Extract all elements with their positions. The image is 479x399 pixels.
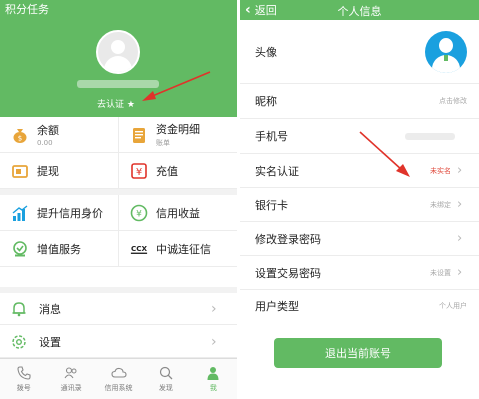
- tab-credit-system[interactable]: 信用系统: [95, 359, 142, 399]
- blurred-phone: [405, 132, 455, 140]
- bell-icon: [9, 299, 29, 319]
- list-item-settings[interactable]: 设置 ›: [0, 326, 237, 358]
- money-bag-icon: $: [11, 126, 29, 144]
- row-value: 个人用户: [439, 302, 467, 310]
- row-nickname[interactable]: 昵称 点击修改: [240, 84, 479, 119]
- grid-title: 中诚连征信: [156, 242, 211, 256]
- search-icon: [158, 365, 174, 381]
- yen-icon: ¥: [130, 162, 148, 180]
- withdraw-cell[interactable]: 提现: [0, 153, 118, 189]
- grid-sub: 账单: [156, 139, 170, 147]
- row-label: 修改登录密码: [255, 232, 321, 246]
- coin-icon: ¥: [130, 204, 148, 222]
- row-set-trade-password[interactable]: 设置交易密码 未设置 ›: [240, 256, 479, 290]
- row-value: 未绑定: [430, 200, 451, 209]
- page-title: 个人信息: [337, 5, 382, 18]
- chevron-right-icon: ›: [457, 197, 463, 212]
- avatar[interactable]: [425, 30, 467, 73]
- grid-title: 增值服务: [37, 242, 81, 256]
- header-title[interactable]: 积分任务: [5, 1, 49, 17]
- chevron-right-icon: ›: [457, 265, 463, 280]
- tab-me[interactable]: 我: [190, 359, 237, 399]
- ccx-credit-cell[interactable]: CCX 中诚连征信: [119, 231, 237, 267]
- annotation-arrow: [142, 71, 211, 101]
- row-change-login-password[interactable]: 修改登录密码 ›: [240, 222, 479, 256]
- tab-label: 信用系统: [104, 384, 133, 392]
- nav-bar: ‹ 返回 个人信息: [240, 0, 479, 20]
- list-label: 消息: [39, 302, 61, 316]
- go-verify-link[interactable]: 去认证 ★: [97, 97, 135, 110]
- divider: [118, 117, 119, 189]
- bar-chart-icon: [11, 204, 29, 222]
- svg-text:$: $: [18, 134, 22, 142]
- chevron-right-icon: ›: [457, 231, 463, 246]
- cloud-icon: [110, 365, 127, 381]
- row-label: 银行卡: [255, 198, 288, 212]
- tab-label: 发现: [158, 384, 173, 392]
- contacts-icon: [63, 365, 79, 381]
- row-label: 设置交易密码: [255, 266, 321, 280]
- row-avatar[interactable]: 头像: [240, 20, 479, 84]
- svg-text:¥: ¥: [136, 167, 142, 178]
- list-item-messages[interactable]: 消息 ›: [0, 293, 237, 325]
- tab-label: 拨号: [16, 384, 31, 392]
- svg-text:CCX: CCX: [131, 243, 148, 252]
- grid-title: 充值: [156, 164, 178, 178]
- list-label: 设置: [39, 335, 61, 349]
- chevron-right-icon: ›: [457, 163, 463, 178]
- credit-income-cell[interactable]: ¥ 信用收益: [119, 195, 237, 231]
- grid-title: 资金明细: [156, 123, 200, 136]
- chevron-right-icon: ›: [211, 300, 217, 317]
- tab-discover[interactable]: 发现: [142, 359, 189, 399]
- grid-title: 提升信用身价: [37, 206, 103, 220]
- grid-sub: 0.00: [37, 139, 53, 147]
- grid-title: 信用收益: [156, 206, 200, 220]
- svg-text:¥: ¥: [136, 209, 142, 219]
- gear-icon: [9, 332, 29, 352]
- logout-button[interactable]: 退出当前账号: [274, 338, 442, 368]
- row-value: 未设置: [430, 268, 451, 277]
- raise-credit-cell[interactable]: 提升信用身价: [0, 195, 118, 231]
- grid-title: 余额: [37, 124, 59, 137]
- tab-label: 通讯录: [60, 384, 82, 392]
- service-icon: [11, 240, 29, 258]
- bottom-tab-bar: 拨号 通讯录 信用系统 发现 我: [0, 358, 237, 399]
- divider: [118, 195, 119, 267]
- row-user-type: 用户类型 个人用户: [240, 290, 479, 322]
- annotation-arrow: [359, 131, 410, 177]
- status-value: 未实名: [430, 166, 451, 175]
- person-icon: [205, 365, 221, 381]
- balance-cell[interactable]: $ 余额 0.00: [0, 117, 118, 153]
- avatar[interactable]: [96, 30, 140, 74]
- grid-title: 提现: [37, 164, 59, 178]
- personal-info-screen: ‹ 返回 个人信息 头像 昵称 点击修改 手机号 实名认证 未实名 › 银行卡 未…: [240, 0, 479, 399]
- ccx-logo-icon: CCX: [130, 240, 148, 258]
- row-label: 头像: [255, 45, 277, 59]
- my-account-screen: 积分任务 去认证 ★ $ 余额 0.00 资金明细 账单 提现 ¥ 充值 提升信…: [0, 0, 237, 399]
- row-label: 用户类型: [255, 300, 299, 313]
- phone-icon: [16, 365, 32, 381]
- fund-detail-cell[interactable]: 资金明细 账单: [119, 117, 237, 153]
- row-bank-card[interactable]: 银行卡 未绑定 ›: [240, 188, 479, 222]
- wallet-icon: [11, 162, 29, 180]
- document-icon: [130, 126, 148, 144]
- row-value: 点击修改: [439, 97, 467, 105]
- tab-contacts[interactable]: 通讯录: [47, 359, 94, 399]
- chevron-right-icon: ›: [211, 333, 217, 350]
- tab-label: 我: [209, 384, 217, 392]
- tab-dial[interactable]: 拨号: [0, 359, 47, 399]
- row-label: 昵称: [255, 95, 277, 108]
- value-added-cell[interactable]: 增值服务: [0, 231, 118, 267]
- recharge-cell[interactable]: ¥ 充值: [119, 153, 237, 189]
